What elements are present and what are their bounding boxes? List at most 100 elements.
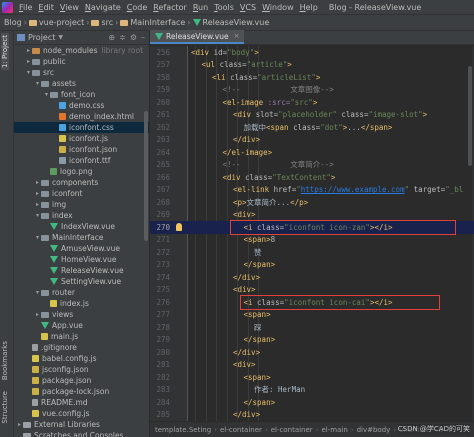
code-area[interactable]: 256 <div id="body"> 257 <ul class="article"… [150,46,474,421]
tree-item[interactable]: demo.css [14,100,149,111]
tree-item[interactable]: babel.config.js [14,353,149,364]
code-line[interactable]: 283 作者: HerMan [150,384,474,397]
expanded-arrow-icon[interactable]: ▾ [43,91,50,98]
expanded-arrow-icon[interactable]: ▾ [34,234,41,241]
code-line[interactable]: 265 <!-- 文章简介--> [150,159,474,172]
code-line[interactable]: 266 <div class="TextContent"> [150,171,474,184]
tree-item[interactable]: vue.config.js [14,408,149,419]
code-line[interactable]: 260 <el-image :src="src"> [150,96,474,109]
locate-icon[interactable]: ⊕ [108,33,115,42]
collapsed-arrow-icon[interactable]: ▸ [16,421,23,428]
tree-item[interactable]: ▾ src [14,67,149,78]
menu-file[interactable]: File [16,3,35,12]
code-line[interactable]: 282 <span> [150,371,474,384]
collapsed-arrow-icon[interactable]: ▸ [25,47,32,54]
collapsed-arrow-icon[interactable]: ▸ [34,190,41,197]
tree-item[interactable]: ▾ font_icon [14,89,149,100]
code-line[interactable]: 273 </span> [150,259,474,272]
nav-crumb[interactable]: ReleaseView.vue [192,18,269,27]
code-line[interactable]: 280 </div> [150,346,474,359]
menu-view[interactable]: View [57,3,82,12]
tree-item[interactable]: ▾ MainInterface [14,232,149,243]
menu-run[interactable]: Run [190,3,211,12]
tree-item[interactable]: iconfont.ttf [14,155,149,166]
code-line[interactable]: 258 <li class="articleList"> [150,71,474,84]
collapsed-arrow-icon[interactable]: ▸ [34,179,41,186]
code-line[interactable]: 277 <span> [150,309,474,322]
structure-crumb[interactable]: el-container [271,426,313,434]
structure-crumb[interactable]: el-container [220,426,262,434]
code-line[interactable]: 267 <el-link href="https://www.example.co… [150,184,474,197]
structure-crumb[interactable]: div#body [357,426,391,434]
expanded-arrow-icon[interactable]: ▾ [34,212,41,219]
close-icon[interactable]: × [234,32,240,40]
tree-item[interactable]: ▸ public [14,56,149,67]
tree-item[interactable]: package-lock.json [14,386,149,397]
menu-window[interactable]: Window [259,3,297,12]
tree-item[interactable]: HomeView.vue [14,254,149,265]
code-line[interactable]: 264 </el-image> [150,146,474,159]
code-line[interactable]: 262 加载中<span class="dot">...</span> [150,121,474,134]
collapsed-arrow-icon[interactable]: ▸ [25,58,32,65]
nav-crumb[interactable]: Blog [4,18,22,27]
collapse-all-icon[interactable]: ≑ [119,33,126,42]
tab-releaseview[interactable]: ReleaseView.vue × [150,30,245,44]
tree-item[interactable]: ▾ assets [14,78,149,89]
tree-item[interactable]: ▸ img [14,199,149,210]
menu-refactor[interactable]: Refactor [150,3,190,12]
tree-item[interactable]: .gitignore [14,342,149,353]
code-line[interactable]: 257 <ul class="article"> [150,59,474,72]
tree-item[interactable]: ▸ External Libraries [14,419,149,430]
code-line[interactable]: 285 </div> [150,409,474,422]
structure-crumb[interactable]: template.Seting [155,426,211,434]
tree-item[interactable]: ▸ node_modules library root [14,45,149,56]
code-line[interactable]: 279 </span> [150,334,474,347]
gear-icon[interactable]: ⚙ [130,33,137,42]
bookmarks-tool-button[interactable]: Bookmarks [1,341,9,380]
code-line[interactable]: 271 <span>8 [150,234,474,247]
menu-tools[interactable]: Tools [211,3,237,12]
code-line[interactable]: 263 </div> [150,134,474,147]
tree-item[interactable]: iconfont.json [14,144,149,155]
expanded-arrow-icon[interactable]: ▾ [34,80,41,87]
tree-item[interactable]: README.md [14,397,149,408]
collapsed-arrow-icon[interactable]: ▸ [34,201,41,208]
nav-crumb[interactable]: vue-project [28,18,84,27]
code-line[interactable]: 278 踩 [150,321,474,334]
tree-item[interactable]: jsconfig.json [14,364,149,375]
code-line[interactable]: 281 <div> [150,359,474,372]
code-line[interactable]: 272 赞 [150,246,474,259]
tree-item[interactable]: ▾ router [14,287,149,298]
nav-crumb[interactable]: src [91,18,113,27]
code-line[interactable]: 274 </div> [150,271,474,284]
code-line[interactable]: 261 <div slot="placeholder" class="image-… [150,109,474,122]
code-line[interactable]: 259 <!-- 文章图像--> [150,84,474,97]
tree-item[interactable]: iconfont.css [14,122,149,133]
menu-edit[interactable]: Edit [35,3,57,12]
tree-item[interactable]: index.js [14,298,149,309]
tree-item[interactable]: demo_index.html [14,111,149,122]
code-line[interactable]: 268 <p>文章简介...</p> [150,196,474,209]
menu-vcs[interactable]: VCS [237,3,259,12]
tree-item[interactable]: SettingView.vue [14,276,149,287]
nav-crumb[interactable]: MainInterface [120,18,185,27]
tree-item[interactable]: iconfont.js [14,133,149,144]
collapsed-arrow-icon[interactable]: ▸ [34,311,41,318]
code-line[interactable]: 284 </span> [150,396,474,409]
project-panel-title[interactable]: Project [28,33,55,42]
menu-code[interactable]: Code [124,3,151,12]
tree-item[interactable]: App.vue [14,320,149,331]
structure-tool-button[interactable]: Structure [1,391,9,424]
tree-item[interactable]: ▾ index [14,210,149,221]
project-tool-button[interactable]: 1: Project [1,33,9,70]
expanded-arrow-icon[interactable]: ▾ [25,69,32,76]
tree-item[interactable]: ▸ components [14,177,149,188]
tree-item[interactable]: ▸ iconfont [14,188,149,199]
menu-navigate[interactable]: Navigate [82,3,124,12]
tree-item[interactable]: package.json [14,375,149,386]
chevron-down-icon[interactable]: ▼ [58,34,63,41]
tree-item[interactable]: main.js [14,331,149,342]
lightbulb-icon[interactable] [176,223,182,231]
code-line[interactable]: 256 <div id="body"> [150,46,474,59]
tree-item[interactable]: AmuseView.vue [14,243,149,254]
